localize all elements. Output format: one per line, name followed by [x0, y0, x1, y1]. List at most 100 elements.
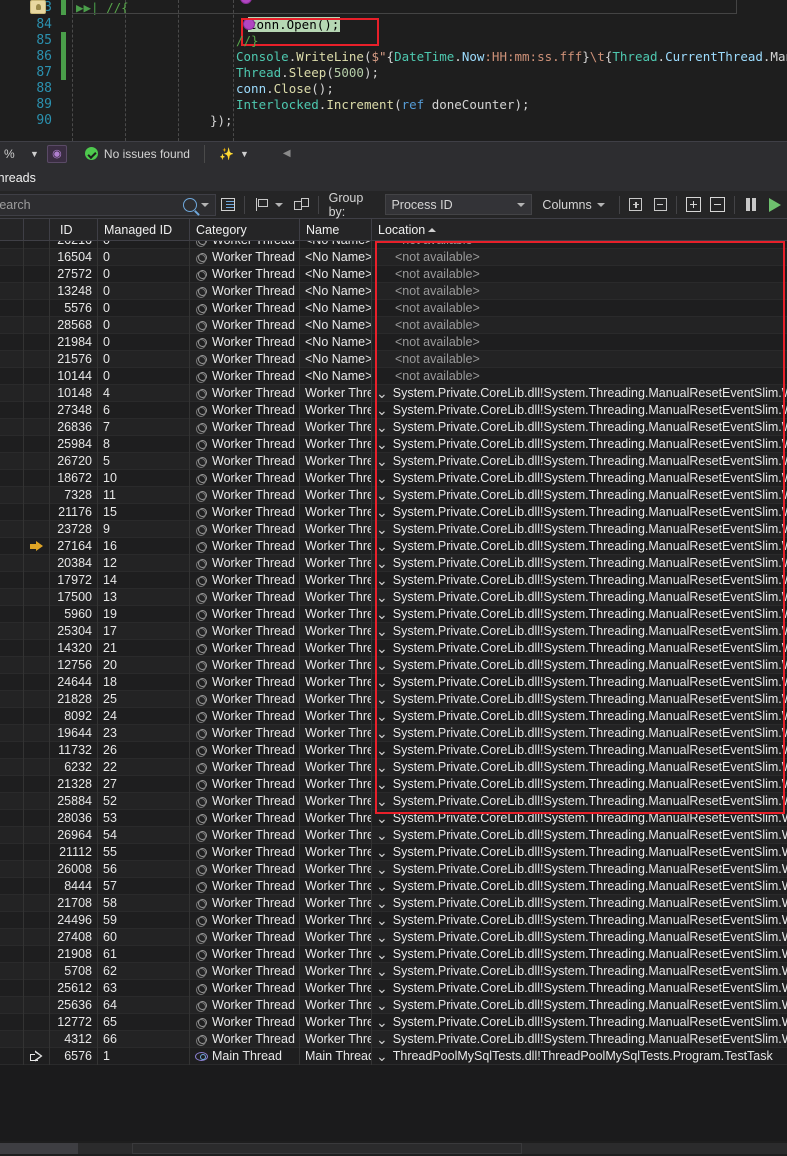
cell-flag[interactable] [0, 282, 24, 300]
cell-flag[interactable] [0, 809, 24, 827]
cell-flag[interactable] [0, 656, 24, 674]
cell-location[interactable]: <not available> [372, 334, 787, 351]
collapse-stack-button[interactable] [706, 194, 728, 216]
cell-flag[interactable] [0, 724, 24, 742]
code-cleanup-icon[interactable]: ✨ [219, 147, 234, 161]
table-row[interactable]: 1964423 Worker Thread Worker Thread ⌄ System… [0, 724, 787, 742]
table-row[interactable]: 21984 0 Worker Thread <No Name> <not availab… [0, 333, 787, 351]
table-row[interactable]: 1173226 Worker Thread Worker Thread ⌄ System… [0, 741, 787, 759]
chevron-down-icon[interactable]: ⌄ [376, 522, 388, 536]
chevron-down-icon[interactable]: ⌄ [376, 726, 388, 740]
table-row[interactable]: 2530417 Worker Thread Worker Thread ⌄ System… [0, 622, 787, 640]
cell-flag[interactable] [0, 316, 24, 334]
cell-flag[interactable] [0, 588, 24, 606]
chevron-down-icon[interactable]: ⌄ [376, 947, 388, 961]
threads-grid-header[interactable]: ID Managed ID Category Name Location [0, 218, 787, 241]
lightbulb-icon[interactable] [30, 0, 46, 14]
cell-flag[interactable] [0, 945, 24, 963]
cell-location[interactable]: ⌄ System.Private.CoreLib.dll!System.Threa… [372, 419, 787, 436]
flag-button[interactable] [250, 194, 272, 216]
cell-location[interactable]: ⌄ System.Private.CoreLib.dll!System.Threa… [372, 606, 787, 623]
collapse-all-button[interactable] [649, 194, 671, 216]
table-row[interactable]: 101484 Worker Thread Worker Thread ⌄ System.… [0, 384, 787, 402]
cell-flag[interactable] [0, 435, 24, 453]
table-row[interactable]: 16504 0 Worker Thread <No Name> <not availab… [0, 248, 787, 266]
cell-flag[interactable] [0, 265, 24, 283]
table-row[interactable]: 596019 Worker Thread Worker Thread ⌄ System.… [0, 605, 787, 623]
scroll-thumb-secondary[interactable] [132, 1143, 522, 1154]
zoom-level[interactable]: % [0, 147, 30, 161]
cell-location[interactable]: ⌄ System.Private.CoreLib.dll!System.Threa… [372, 487, 787, 504]
table-row[interactable]: 259848 Worker Thread Worker Thread ⌄ System.… [0, 435, 787, 453]
table-row[interactable]: 570862 Worker Thread Worker Thread ⌄ System.… [0, 962, 787, 980]
cell-location[interactable]: <not available> [372, 266, 787, 283]
cell-location[interactable]: <not available> [372, 368, 787, 385]
table-row[interactable]: 1797214 Worker Thread Worker Thread ⌄ System… [0, 571, 787, 589]
chevron-down-icon[interactable]: ⌄ [376, 743, 388, 757]
cell-flag[interactable] [0, 571, 24, 589]
chevron-down-icon[interactable]: ⌄ [376, 1049, 388, 1063]
cell-location[interactable]: <not available> [372, 283, 787, 300]
table-row[interactable]: 732811 Worker Thread Worker Thread ⌄ System.… [0, 486, 787, 504]
table-row[interactable]: 27572 0 Worker Thread <No Name> <not availab… [0, 265, 787, 283]
column-header-name[interactable]: Name [300, 218, 372, 241]
table-row[interactable]: 2038412 Worker Thread Worker Thread ⌄ System… [0, 554, 787, 572]
chevron-down-icon[interactable]: ⌄ [376, 998, 388, 1012]
code-line-88[interactable]: 88 conn.Close(); [0, 80, 787, 96]
cell-location[interactable]: ⌄ System.Private.CoreLib.dll!System.Threa… [372, 470, 787, 487]
code-line-89[interactable]: 89 Interlocked.Increment(ref doneCounter… [0, 96, 787, 112]
cell-flag[interactable] [0, 792, 24, 810]
expand-all-button[interactable] [625, 194, 647, 216]
threads-toolbar[interactable]: Group by: Process ID Columns [0, 191, 787, 219]
cell-location[interactable]: ⌄ System.Private.CoreLib.dll!System.Threa… [372, 1031, 787, 1048]
code-line-86[interactable]: 86 Console.WriteLine($"{DateTime.Now:HH:… [0, 48, 787, 64]
columns-button[interactable]: Columns [542, 198, 610, 212]
cell-location[interactable]: ⌄ System.Private.CoreLib.dll!System.Threa… [372, 759, 787, 776]
table-row[interactable]: 1277265 Worker Thread Worker Thread ⌄ System… [0, 1013, 787, 1031]
cell-location[interactable]: ⌄ System.Private.CoreLib.dll!System.Threa… [372, 555, 787, 572]
cell-flag[interactable] [0, 1013, 24, 1031]
cell-flag[interactable] [0, 418, 24, 436]
search-box[interactable] [0, 193, 216, 216]
cell-flag[interactable] [0, 486, 24, 504]
table-row[interactable]: 2561263 Worker Thread Worker Thread ⌄ System… [0, 979, 787, 997]
chevron-down-icon[interactable]: ⌄ [376, 437, 388, 451]
cell-location[interactable]: ⌄ System.Private.CoreLib.dll!System.Threa… [372, 691, 787, 708]
chevron-down-icon[interactable]: ⌄ [376, 930, 388, 944]
copilot-icon[interactable]: ◉ [46, 144, 67, 163]
flag-dropdown-icon[interactable] [275, 202, 284, 207]
table-row[interactable]: 2449659 Worker Thread Worker Thread ⌄ System… [0, 911, 787, 929]
cell-location[interactable]: ⌄ System.Private.CoreLib.dll!System.Threa… [372, 844, 787, 861]
chevron-down-icon[interactable]: ⌄ [376, 420, 388, 434]
cell-location[interactable]: ⌄ System.Private.CoreLib.dll!System.Threa… [372, 640, 787, 657]
cell-location[interactable]: ⌄ System.Private.CoreLib.dll!System.Threa… [372, 436, 787, 453]
chevron-down-icon[interactable]: ⌄ [376, 658, 388, 672]
search-options-dropdown-icon[interactable] [201, 202, 209, 207]
show-flagged-only-button[interactable] [290, 194, 312, 216]
code-line-84[interactable]: 84 conn.Open(); [0, 16, 787, 32]
cell-location[interactable]: ⌄ System.Private.CoreLib.dll!System.Threa… [372, 402, 787, 419]
table-row[interactable]: 2588452 Worker Thread Worker Thread ⌄ System… [0, 792, 787, 810]
cell-flag[interactable] [0, 554, 24, 572]
scroll-left-icon[interactable]: ◀ [283, 148, 291, 159]
chevron-down-icon[interactable]: ⌄ [376, 896, 388, 910]
table-row[interactable]: 5576 0 Worker Thread <No Name> <not availabl… [0, 299, 787, 317]
chevron-down-icon[interactable]: ⌄ [376, 488, 388, 502]
cell-flag[interactable] [0, 469, 24, 487]
column-header-managed-id[interactable]: Managed ID [98, 218, 190, 241]
chevron-down-icon[interactable]: ⌄ [376, 879, 388, 893]
table-row[interactable]: 2190861 Worker Thread Worker Thread ⌄ System… [0, 945, 787, 963]
column-header-current[interactable] [24, 218, 50, 241]
chevron-down-icon[interactable]: ⌄ [376, 828, 388, 842]
chevron-down-icon[interactable]: ⌄ [376, 641, 388, 655]
cell-location[interactable]: ⌄ System.Private.CoreLib.dll!System.Threa… [372, 674, 787, 691]
code-editor[interactable]: 83 ▶▶| //{ 84 conn.Open(); 85 //} 86 Con… [0, 0, 787, 141]
table-row[interactable]: 6576 1 Main Thread Main Thread ⌄ ThreadPoolMy… [0, 1047, 787, 1065]
threads-grid-body[interactable]: 262160Worker Thread<No Name><not availab… [0, 241, 787, 1141]
cell-location[interactable]: ⌄ System.Private.CoreLib.dll!System.Threa… [372, 657, 787, 674]
chevron-down-icon[interactable]: ⌄ [376, 964, 388, 978]
cell-flag[interactable] [0, 1047, 24, 1065]
cell-location[interactable]: ⌄ System.Private.CoreLib.dll!System.Threa… [372, 895, 787, 912]
cell-location[interactable]: ⌄ System.Private.CoreLib.dll!System.Threa… [372, 793, 787, 810]
column-header-id[interactable]: ID [50, 218, 98, 241]
